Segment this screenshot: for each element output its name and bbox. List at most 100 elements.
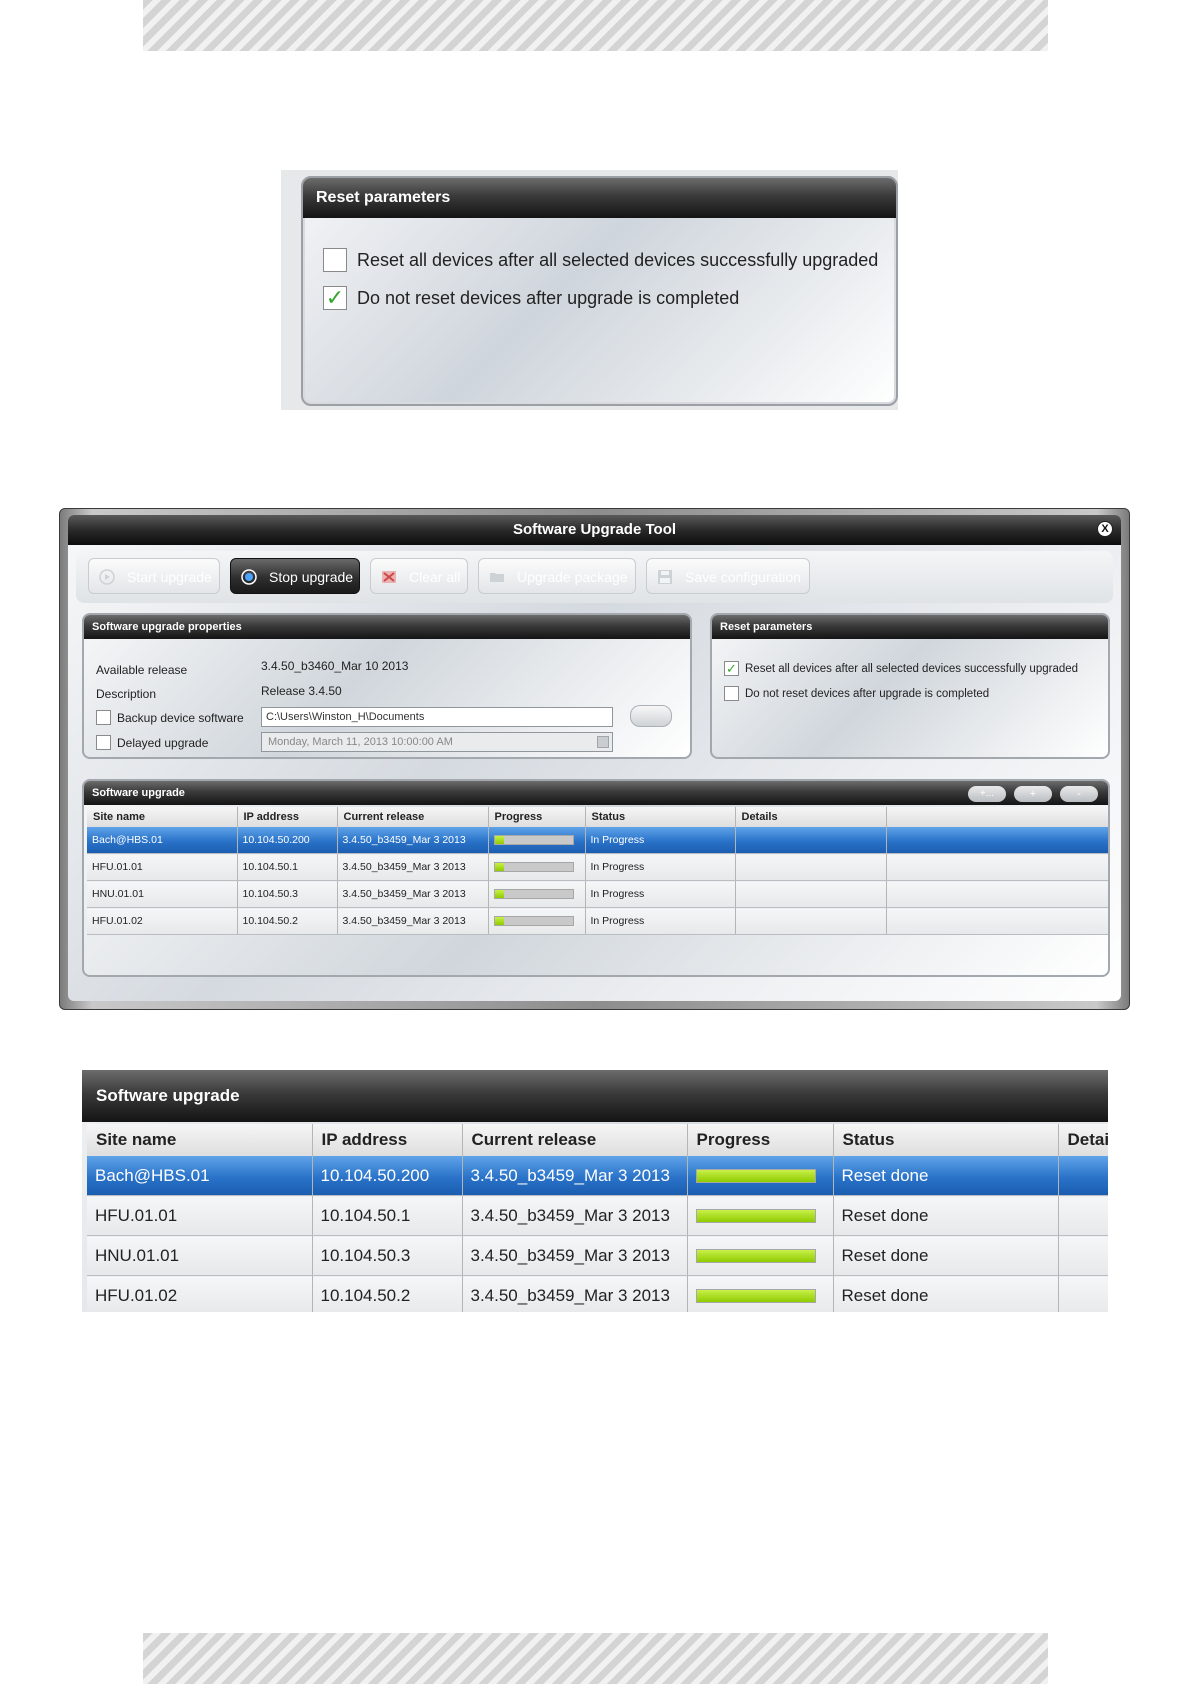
- clear-all-button[interactable]: Clear all: [370, 558, 468, 594]
- no-reset-option[interactable]: ✓ Do not reset devices after upgrade is …: [323, 285, 739, 310]
- ip-cell: 10.104.50.1: [237, 853, 338, 881]
- release-cell: 3.4.50_b3459_Mar 3 2013: [337, 827, 489, 854]
- play-icon: [99, 569, 115, 585]
- table-row[interactable]: Bach@HBS.01 10.104.50.200 3.4.50_b3459_M…: [87, 1156, 1108, 1196]
- calendar-icon[interactable]: [597, 736, 609, 748]
- no-reset-checkbox[interactable]: ✓: [323, 285, 347, 310]
- details-cell: [735, 853, 887, 881]
- progress-cell: [687, 1235, 834, 1276]
- reset-all-checkbox[interactable]: ✓: [724, 661, 739, 676]
- add-button[interactable]: +: [1014, 786, 1052, 802]
- save-configuration-button[interactable]: Save configuration: [646, 558, 810, 594]
- status-cell: In Progress: [585, 880, 736, 908]
- column-header[interactable]: Progress: [488, 807, 586, 827]
- progress-cell: [687, 1275, 834, 1312]
- start-upgrade-button[interactable]: Start upgrade: [88, 558, 220, 594]
- available-release-value: 3.4.50_b3460_Mar 10 2013: [261, 659, 409, 673]
- reset-all-option[interactable]: Reset all devices after all selected dev…: [323, 248, 878, 272]
- column-header[interactable]: Current release: [462, 1124, 688, 1156]
- delayed-upgrade-option[interactable]: Delayed upgrade: [96, 735, 208, 750]
- column-header[interactable]: Current release: [337, 807, 489, 827]
- column-header[interactable]: Site name: [87, 807, 238, 827]
- panel-title: Software upgrade: [82, 1070, 1108, 1122]
- progress-cell: [687, 1195, 834, 1236]
- site-cell: HFU.01.01: [87, 1195, 313, 1236]
- table-row[interactable]: HFU.01.02 10.104.50.2 3.4.50_b3459_Mar 3…: [87, 907, 1108, 935]
- progress-bar: [695, 1169, 816, 1184]
- details-cell: [1058, 1195, 1108, 1236]
- table-row[interactable]: HFU.01.02 10.104.50.2 3.4.50_b3459_Mar 3…: [87, 1275, 1108, 1312]
- reset-all-checkbox[interactable]: [323, 248, 347, 272]
- progress-bar: [493, 862, 574, 873]
- column-header[interactable]: Status: [833, 1124, 1059, 1156]
- release-cell: 3.4.50_b3459_Mar 3 2013: [337, 853, 489, 881]
- check-icon: ✓: [726, 660, 737, 676]
- progress-bar: [695, 1249, 816, 1264]
- panel-title: Software upgrade properties: [84, 615, 690, 639]
- column-header[interactable]: Details: [735, 807, 887, 827]
- ip-cell: 10.104.50.200: [312, 1156, 463, 1196]
- ip-cell: 10.104.50.1: [312, 1195, 463, 1236]
- release-cell: 3.4.50_b3459_Mar 3 2013: [337, 880, 489, 908]
- release-cell: 3.4.50_b3459_Mar 3 2013: [462, 1156, 688, 1196]
- empty-cell: [886, 880, 1108, 908]
- column-header[interactable]: Status: [585, 807, 736, 827]
- progress-bar: [493, 916, 574, 927]
- progress-bar: [493, 835, 574, 846]
- status-cell: In Progress: [585, 907, 736, 935]
- panel-title: Software upgrade: [84, 781, 1108, 805]
- software-upgrade-tool-window: Software Upgrade Tool X Start upgrade St…: [59, 508, 1130, 1010]
- details-cell: [1058, 1275, 1108, 1312]
- status-cell: Reset done: [833, 1235, 1059, 1276]
- upgrade-table: Site name IP address Current release Pro…: [87, 807, 1108, 935]
- upgrade-package-button[interactable]: Upgrade package: [478, 558, 636, 594]
- upgrade-table-large: Site name IP address Current release Pro…: [87, 1124, 1108, 1312]
- browse-button[interactable]: [630, 705, 672, 727]
- status-cell: Reset done: [833, 1195, 1059, 1236]
- details-cell: [1058, 1235, 1108, 1276]
- column-header[interactable]: Detai: [1058, 1124, 1108, 1156]
- ip-cell: 10.104.50.3: [237, 880, 338, 908]
- table-row[interactable]: HFU.01.01 10.104.50.1 3.4.50_b3459_Mar 3…: [87, 853, 1108, 881]
- folder-icon: [490, 573, 504, 582]
- table-row[interactable]: HFU.01.01 10.104.50.1 3.4.50_b3459_Mar 3…: [87, 1195, 1108, 1236]
- table-row[interactable]: HNU.01.01 10.104.50.3 3.4.50_b3459_Mar 3…: [87, 880, 1108, 908]
- column-header[interactable]: IP address: [237, 807, 338, 827]
- site-cell: Bach@HBS.01: [87, 1156, 313, 1196]
- add-multiple-button[interactable]: +...: [968, 786, 1006, 802]
- backup-option[interactable]: Backup device software: [96, 710, 244, 725]
- no-reset-option[interactable]: Do not reset devices after upgrade is co…: [724, 686, 989, 701]
- reset-all-label: Reset all devices after all selected dev…: [357, 249, 879, 270]
- available-release-label: Available release: [96, 663, 188, 677]
- site-cell: HNU.01.01: [87, 880, 238, 908]
- progress-cell: [488, 853, 586, 881]
- table-header-row: Site name IP address Current release Pro…: [87, 1124, 1108, 1156]
- stop-icon: [241, 569, 257, 585]
- backup-checkbox[interactable]: [96, 710, 111, 725]
- ip-cell: 10.104.50.2: [237, 907, 338, 935]
- column-header[interactable]: IP address: [312, 1124, 463, 1156]
- no-reset-checkbox[interactable]: [724, 686, 739, 701]
- remove-button[interactable]: -: [1060, 786, 1098, 802]
- reset-all-option[interactable]: ✓ Reset all devices after all selected d…: [724, 661, 1078, 676]
- status-cell: In Progress: [585, 853, 736, 881]
- empty-cell: [886, 853, 1108, 881]
- site-cell: Bach@HBS.01: [87, 827, 238, 854]
- header-hatch-band: [143, 0, 1048, 51]
- column-header[interactable]: Progress: [687, 1124, 834, 1156]
- ip-cell: 10.104.50.3: [312, 1235, 463, 1276]
- toolbar: Start upgrade Stop upgrade Clear all Upg…: [76, 551, 1113, 603]
- empty-cell: [886, 827, 1108, 854]
- stop-upgrade-button[interactable]: Stop upgrade: [230, 558, 360, 594]
- delayed-upgrade-checkbox[interactable]: [96, 735, 111, 750]
- close-button[interactable]: X: [1097, 521, 1113, 537]
- details-cell: [735, 880, 887, 908]
- column-header: [886, 807, 1108, 827]
- table-row[interactable]: Bach@HBS.01 10.104.50.200 3.4.50_b3459_M…: [87, 827, 1108, 854]
- check-icon: [324, 249, 346, 271]
- site-cell: HNU.01.01: [87, 1235, 313, 1276]
- table-row[interactable]: HNU.01.01 10.104.50.3 3.4.50_b3459_Mar 3…: [87, 1235, 1108, 1276]
- column-header[interactable]: Site name: [87, 1124, 313, 1156]
- backup-path-input[interactable]: C:\Users\Winston_H\Documents: [261, 707, 613, 727]
- footer-hatch-band: [143, 1633, 1048, 1684]
